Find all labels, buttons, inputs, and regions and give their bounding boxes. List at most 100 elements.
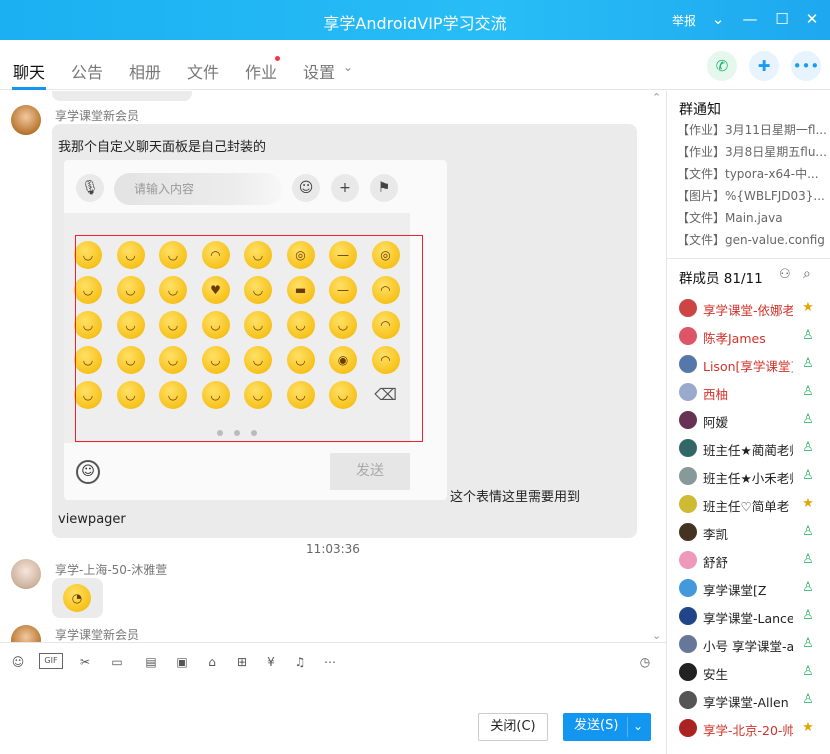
tab-chat[interactable]: 聊天	[13, 59, 45, 83]
member-name: 享学-北京-20-帅	[703, 723, 793, 738]
star-member-icon: ★	[802, 300, 814, 315]
gift-icon[interactable]: ⊞	[233, 653, 251, 671]
folder-icon[interactable]: ▭	[108, 653, 126, 671]
member-row[interactable]: 享学课堂[Z ♙	[667, 575, 830, 603]
close-icon[interactable]: ✕	[802, 9, 822, 29]
phone-call-icon[interactable]: ✆	[707, 51, 737, 81]
gif-icon[interactable]: GIF	[39, 653, 63, 669]
chevron-down-icon[interactable]: ⌄	[708, 9, 728, 29]
emoji-toggle-icon: ☺	[76, 460, 100, 484]
member-row[interactable]: 安生 ♙	[667, 659, 830, 687]
member-role-icon: ♙	[802, 664, 814, 679]
send-button-divider	[627, 717, 628, 737]
member-row[interactable]: 享学-北京-20-帅 ★	[667, 715, 830, 743]
member-row[interactable]: 享学课堂-Allen ♙	[667, 687, 830, 715]
sender-name: 享学课堂新会员	[55, 109, 140, 123]
member-name: 陈孝James	[703, 331, 766, 346]
member-avatar	[679, 467, 697, 485]
smiley-icon[interactable]: ☺	[9, 653, 27, 671]
notice-item[interactable]: 【图片】%{WBLFJD03}...	[677, 187, 827, 204]
member-row[interactable]: 享学课堂-依娜老 ★	[667, 295, 830, 323]
tab-homework[interactable]: 作业	[245, 59, 277, 83]
close-button[interactable]: 关闭(C)	[478, 713, 548, 741]
tab-files[interactable]: 文件	[187, 59, 219, 83]
divider	[667, 258, 830, 259]
notice-item[interactable]: 【文件】gen-value.config	[677, 231, 827, 248]
message-text: viewpager	[58, 512, 126, 527]
tab-settings[interactable]: 设置	[303, 59, 335, 83]
image-icon[interactable]: ▣	[173, 653, 191, 671]
scroll-down-icon[interactable]: ⌄	[652, 629, 661, 642]
send-button-label: 发送(S)	[574, 718, 619, 733]
document-icon[interactable]: ▤	[142, 653, 160, 671]
member-name: 舒舒	[703, 555, 729, 570]
star-member-icon: ★	[802, 496, 814, 511]
notice-item[interactable]: 【文件】Main.java	[677, 209, 827, 226]
member-role-icon: ♙	[802, 328, 814, 343]
member-avatar	[679, 383, 697, 401]
member-name: 班主任★蔺蔺老师	[703, 443, 793, 458]
member-name: 安生	[703, 667, 729, 682]
emoji-face-icon: ☺	[292, 174, 320, 202]
member-row[interactable]: 小号 享学课堂-a ♙	[667, 631, 830, 659]
member-row[interactable]: 李凯 ♙	[667, 519, 830, 547]
more-icon[interactable]: ⋯	[321, 653, 339, 671]
member-row[interactable]: Lison[享学课堂] ♙	[667, 351, 830, 379]
minimize-icon[interactable]: —	[740, 9, 760, 29]
message-timestamp: 11:03:36	[306, 542, 360, 556]
microphone-icon: 🎙	[76, 174, 104, 202]
screen-share-icon[interactable]: ✚	[749, 51, 779, 81]
member-name: Lison[享学课堂]	[703, 359, 793, 374]
notice-item[interactable]: 【作业】3月11日星期一fl...	[677, 121, 827, 138]
member-row[interactable]: 阿嫒 ♙	[667, 407, 830, 435]
member-avatar	[679, 691, 697, 709]
history-icon[interactable]: ◷	[636, 653, 654, 671]
scroll-up-icon[interactable]: ⌃	[652, 91, 661, 104]
highlight-box	[75, 235, 423, 442]
member-row[interactable]: 班主任♡简单老 ★	[667, 491, 830, 519]
send-button[interactable]: 发送(S) ⌄	[563, 713, 651, 741]
send-options-chevron-icon[interactable]: ⌄	[633, 713, 643, 739]
member-row[interactable]: 班主任★小禾老师 ♙	[667, 463, 830, 491]
previous-message-bubble	[52, 91, 192, 101]
avatar[interactable]	[11, 105, 41, 135]
member-role-icon: ♙	[802, 608, 814, 623]
message-text: 我那个自定义聊天面板是自己封装的	[58, 140, 267, 155]
notice-item[interactable]: 【文件】typora-x64-中...	[677, 165, 827, 182]
member-name: 小号 享学课堂-a	[703, 639, 793, 654]
more-options-icon[interactable]: •••	[791, 51, 821, 81]
member-name: 享学课堂-依娜老	[703, 303, 793, 318]
tab-album[interactable]: 相册	[129, 59, 161, 83]
search-icon[interactable]: ⌕	[803, 266, 811, 282]
bell-icon[interactable]: ♫	[291, 653, 309, 671]
member-search-person-icon[interactable]: ⚇	[779, 267, 791, 282]
member-avatar	[679, 635, 697, 653]
member-row[interactable]: 陈孝James ♙	[667, 323, 830, 351]
scissors-icon[interactable]: ✂	[76, 653, 94, 671]
maximize-icon[interactable]: ☐	[772, 9, 792, 29]
shop-icon[interactable]: ⌂	[203, 653, 221, 671]
member-name: 班主任♡简单老	[703, 499, 790, 514]
report-link[interactable]: 举报	[672, 12, 696, 29]
tab-notice[interactable]: 公告	[71, 59, 103, 83]
member-row[interactable]: 享学课堂-Lance ♙	[667, 603, 830, 631]
title-bar: 享学AndroidVIP学习交流 举报 ⌄ — ☐ ✕	[0, 0, 830, 40]
member-name: 西柚	[703, 387, 729, 402]
notice-item[interactable]: 【作业】3月8日星期五flu...	[677, 143, 827, 160]
chat-area: ⌃ 享学课堂新会员 我那个自定义聊天面板是自己封装的 🎙 请输入内容 ☺ + ⚑…	[0, 91, 666, 642]
avatar[interactable]	[11, 559, 41, 589]
member-avatar	[679, 719, 697, 737]
flag-icon: ⚑	[370, 174, 398, 202]
member-row[interactable]: 班主任★蔺蔺老师 ♙	[667, 435, 830, 463]
member-row[interactable]: 舒舒 ♙	[667, 547, 830, 575]
message-text: 这个表情这里需要用到	[450, 490, 581, 505]
member-role-icon: ♙	[802, 580, 814, 595]
message-input[interactable]	[0, 678, 666, 708]
avatar[interactable]	[11, 625, 41, 642]
red-packet-icon[interactable]: ¥	[262, 653, 280, 671]
member-row[interactable]: 西柚 ♙	[667, 379, 830, 407]
member-avatar	[679, 579, 697, 597]
message-bubble: 我那个自定义聊天面板是自己封装的 🎙 请输入内容 ☺ + ⚑ ◡ ◡ ◡ ◠ ◡ ◎ — ◎ ◡…	[52, 124, 637, 538]
member-avatar	[679, 551, 697, 569]
member-role-icon: ♙	[802, 440, 814, 455]
